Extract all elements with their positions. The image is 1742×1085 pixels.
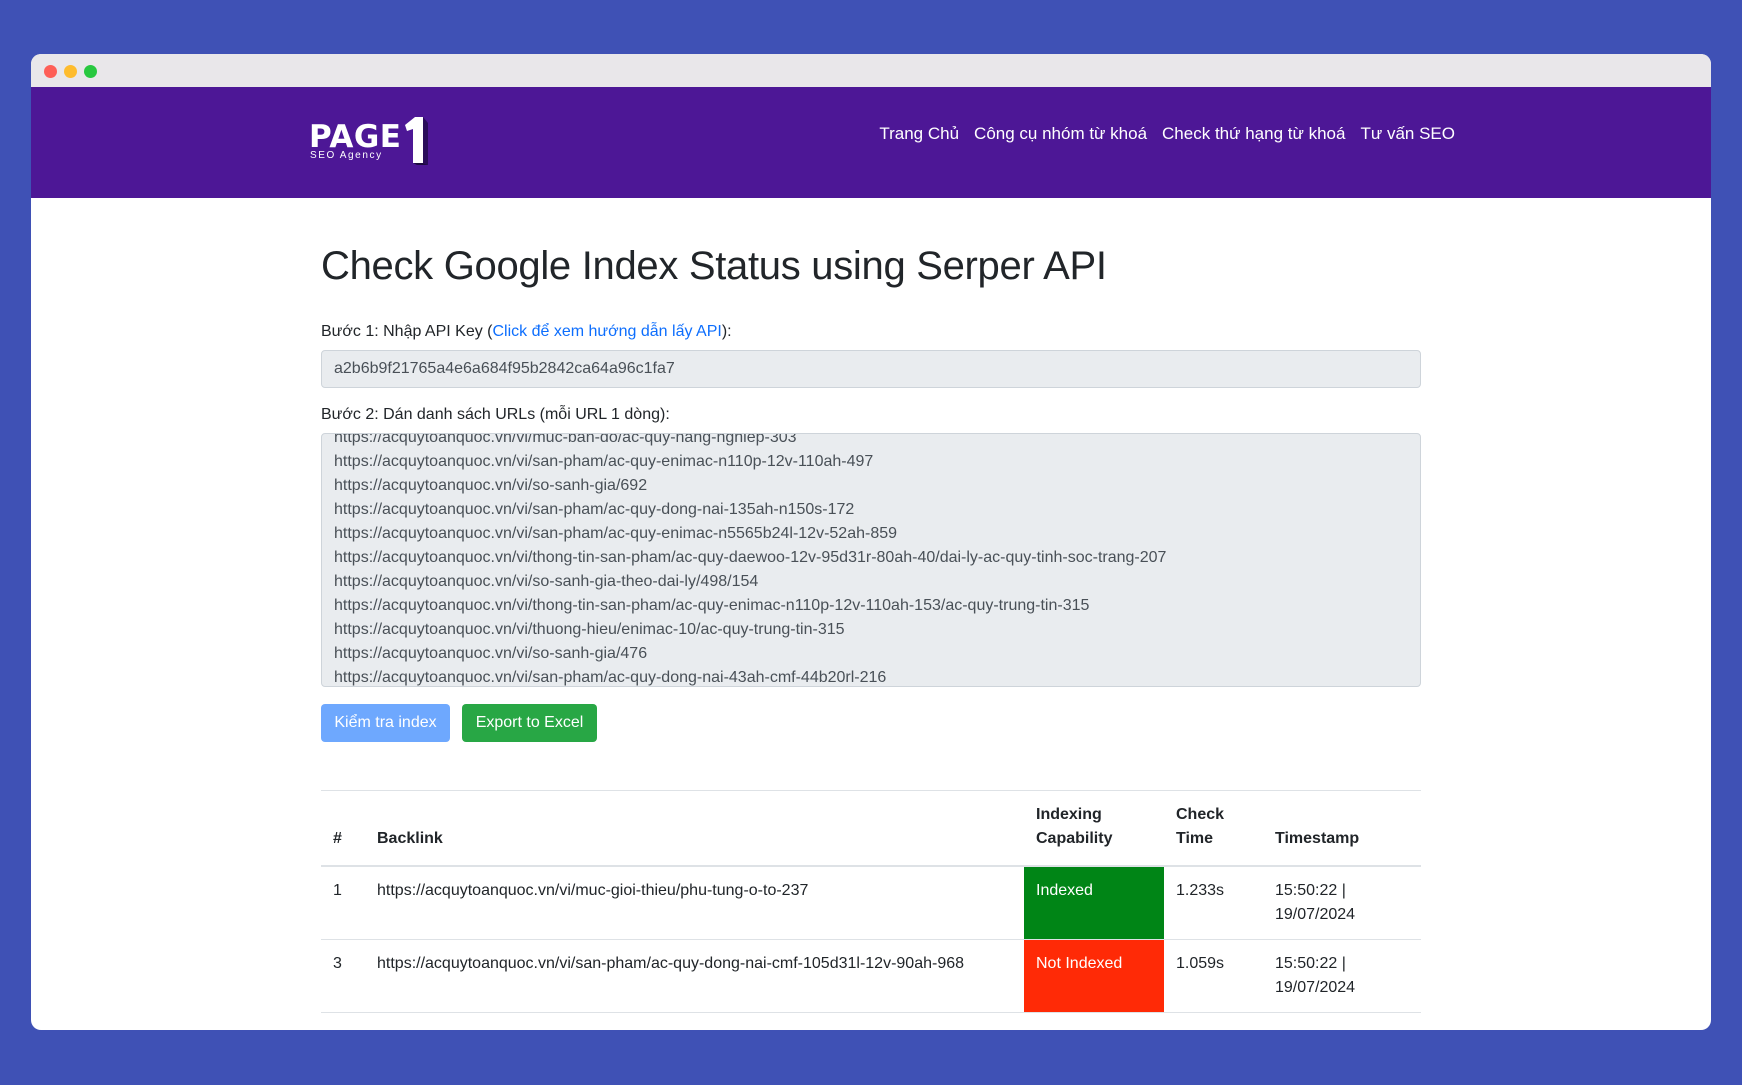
url-line: https://acquytoanquoc.vn/vi/san-pham/ac-… — [334, 501, 855, 518]
url-line: https://acquytoanquoc.vn/vi/thong-tin-sa… — [334, 597, 1090, 614]
logo-tagline: SEO Agency — [310, 150, 383, 161]
api-guide-link[interactable]: Click để xem hướng dẫn lấy API — [493, 323, 722, 340]
nav-rank-check[interactable]: Check thứ hạng từ khoá — [1162, 124, 1345, 144]
page-title: Check Google Index Status using Serper A… — [321, 244, 1107, 288]
row-timestamp-text: 15:50:22 | 19/07/2024 — [1275, 955, 1356, 996]
results-header-row: # Backlink Indexing Capability Check Tim… — [321, 791, 1421, 867]
results-table: # Backlink Indexing Capability Check Tim… — [321, 791, 1421, 1013]
check-time-header-text: Check Time — [1176, 806, 1225, 847]
main-content: Check Google Index Status using Serper A… — [321, 244, 1421, 1013]
urls-textarea[interactable]: https://acquytoanquoc.vn/vi/muc-ban-do/a… — [321, 433, 1421, 687]
nav-home[interactable]: Trang Chủ — [879, 124, 959, 144]
url-line: https://acquytoanquoc.vn/vi/thuong-hieu/… — [334, 621, 845, 638]
action-buttons: Kiểm tra index Export to Excel — [321, 704, 1421, 742]
url-line: https://acquytoanquoc.vn/vi/san-pham/ac-… — [334, 525, 898, 542]
site-logo[interactable]: PAGE SEO Agency — [309, 117, 439, 171]
row-number: 1 — [321, 866, 365, 940]
row-timestamp-text: 15:50:22 | 19/07/2024 — [1275, 882, 1356, 923]
main-nav: Trang Chủ Công cụ nhóm từ khoá Check thứ… — [879, 124, 1455, 144]
url-line: https://acquytoanquoc.vn/vi/so-sanh-gia-… — [334, 573, 759, 590]
url-line: https://acquytoanquoc.vn/vi/muc-ban-do/a… — [334, 433, 797, 446]
window-titlebar — [31, 54, 1711, 87]
url-line: https://acquytoanquoc.vn/vi/so-sanh-gia/… — [334, 645, 648, 662]
row-backlink: https://acquytoanquoc.vn/vi/muc-gioi-thi… — [365, 866, 1024, 940]
column-header-indexing: Indexing Capability — [1024, 791, 1164, 867]
row-number: 3 — [321, 939, 365, 1013]
table-row: 1 https://acquytoanquoc.vn/vi/muc-gioi-t… — [321, 866, 1421, 940]
table-row: 3 https://acquytoanquoc.vn/vi/san-pham/a… — [321, 939, 1421, 1013]
step1-label: Bước 1: Nhập API Key (Click để xem hướng… — [321, 323, 1421, 341]
row-check-time: 1.059s — [1164, 939, 1263, 1013]
minimize-window-button[interactable] — [64, 65, 77, 78]
nav-keyword-grouping[interactable]: Công cụ nhóm từ khoá — [974, 124, 1147, 144]
row-check-time: 1.233s — [1164, 866, 1263, 940]
api-key-input[interactable]: a2b6b9f21765a4e6a684f95b2842ca64a96c1fa7 — [321, 350, 1421, 388]
row-timestamp: 15:50:22 | 19/07/2024 — [1263, 866, 1421, 940]
column-header-check-time: Check Time — [1164, 791, 1263, 867]
nav-seo-consulting[interactable]: Tư vấn SEO — [1360, 124, 1455, 144]
step1-label-prefix: Bước 1: Nhập API Key ( — [321, 323, 493, 340]
row-timestamp: 15:50:22 | 19/07/2024 — [1263, 939, 1421, 1013]
check-index-button[interactable]: Kiểm tra index — [321, 704, 450, 742]
results-body: 1 https://acquytoanquoc.vn/vi/muc-gioi-t… — [321, 866, 1421, 1013]
column-header-timestamp: Timestamp — [1263, 791, 1421, 867]
url-line: https://acquytoanquoc.vn/vi/san-pham/ac-… — [334, 453, 874, 470]
row-backlink: https://acquytoanquoc.vn/vi/san-pham/ac-… — [365, 939, 1024, 1013]
logo-number-icon — [405, 117, 428, 165]
url-line: https://acquytoanquoc.vn/vi/so-sanh-gia/… — [334, 477, 648, 494]
url-line: https://acquytoanquoc.vn/vi/thong-tin-sa… — [334, 549, 1167, 566]
close-window-button[interactable] — [44, 65, 57, 78]
urls-list: https://acquytoanquoc.vn/vi/muc-ban-do/a… — [334, 433, 1167, 686]
indexing-header-text: Indexing Capability — [1036, 806, 1113, 847]
status-badge: Not Indexed — [1024, 939, 1164, 1013]
site-navbar: PAGE SEO Agency Trang Chủ Công cụ nhóm t… — [31, 87, 1711, 198]
column-header-backlink: Backlink — [365, 791, 1024, 867]
step2-label: Bước 2: Dán danh sách URLs (mỗi URL 1 dò… — [321, 406, 670, 423]
step1-label-suffix: ): — [721, 323, 732, 340]
column-header-number: # — [321, 791, 365, 867]
maximize-window-button[interactable] — [84, 65, 97, 78]
status-badge: Indexed — [1024, 866, 1164, 940]
browser-window: PAGE SEO Agency Trang Chủ Công cụ nhóm t… — [31, 54, 1711, 1030]
export-excel-button[interactable]: Export to Excel — [462, 704, 597, 742]
url-line: https://acquytoanquoc.vn/vi/san-pham/ac-… — [334, 669, 887, 686]
